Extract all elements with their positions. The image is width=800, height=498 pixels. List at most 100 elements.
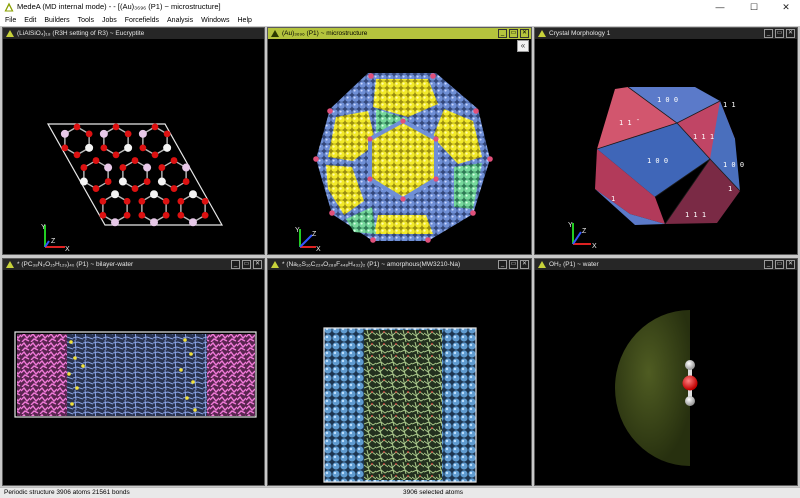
gold-nanoparticle: Y X Z <box>295 73 493 253</box>
menu-edit[interactable]: Edit <box>24 17 36 24</box>
face-label: 1 <box>728 185 732 193</box>
crystal-morphology-shape: 1 0 0 1 1 1 1 ̄ 1 0 0 1 1 1 1 0 0 1 1 1 … <box>568 86 744 250</box>
maximize-button[interactable]: ☐ <box>738 0 770 14</box>
structure-icon <box>271 261 279 268</box>
bilayer-structure <box>14 331 257 418</box>
window-title: MedeA (MD internal mode) - - [(Au)₃₆₉₆ (… <box>17 2 221 11</box>
panel-maximize-button[interactable]: ▭ <box>775 260 784 269</box>
panel-close-button[interactable]: ✕ <box>520 29 529 38</box>
face-label: 1 1 <box>723 101 736 109</box>
menu-forcefields[interactable]: Forcefields <box>125 17 159 24</box>
3d-viewport[interactable]: Y X Z <box>3 39 264 254</box>
panel-maximize-button[interactable]: ▭ <box>509 29 518 38</box>
axis-triad: Y X Z <box>41 224 70 253</box>
cation-atom <box>124 143 133 152</box>
panel-maximize-button[interactable]: ▭ <box>242 260 251 269</box>
panel-close-button[interactable]: ✕ <box>786 260 795 269</box>
window-buttons: _ ▭ ✕ <box>496 29 529 38</box>
oxygen-atom <box>73 151 81 159</box>
title-bar: MedeA (MD internal mode) - - [(Au)₃₆₉₆ (… <box>0 0 800 14</box>
panel-minimize-button[interactable]: _ <box>498 29 507 38</box>
face-label: 1 1 1 <box>685 211 706 219</box>
menu-help[interactable]: Help <box>238 17 252 24</box>
structure-window-bilayer-water[interactable]: * (PC₃₈N₂O₁₅H₁₂₉)₄₀ (P1) ~ bilayer-water… <box>2 258 265 486</box>
menu-jobs[interactable]: Jobs <box>102 17 117 24</box>
structure-icon <box>6 261 14 268</box>
window-header[interactable]: (Au)₃₆₉₆ (P1) ~ microstructure _ ▭ ✕ <box>268 28 531 39</box>
menu-builders[interactable]: Builders <box>44 17 69 24</box>
oxygen-atom <box>151 123 159 131</box>
axis-label-z: Z <box>51 238 56 245</box>
mdi-workspace: (LiAlSiO₄)₁₈ (R3H setting of R3) ~ Eucry… <box>0 26 800 487</box>
3d-viewport[interactable] <box>268 270 531 485</box>
structure-window-amorphous[interactable]: * (Na₁₆S₁₆C₂₂₄O₂₈₈F₄₄₈H₄₃₂)₂ (P1) ~ amor… <box>267 258 532 486</box>
axis-label-y: Y <box>568 222 573 229</box>
panel-close-button[interactable]: ✕ <box>786 29 795 38</box>
water-molecule <box>615 310 698 466</box>
window-buttons: _ ▭ ✕ <box>496 260 529 269</box>
3d-viewport[interactable] <box>535 270 797 485</box>
oxygen-atom <box>123 211 131 219</box>
amorphous-structure <box>323 327 477 483</box>
window-header[interactable]: * (Na₁₆S₁₆C₂₂₄O₂₈₈F₄₄₈H₄₃₂)₂ (P1) ~ amor… <box>268 259 531 270</box>
window-header[interactable]: * (PC₃₈N₂O₁₅H₁₂₉)₄₀ (P1) ~ bilayer-water… <box>3 259 264 270</box>
3d-viewport[interactable] <box>3 270 264 485</box>
cation-atom <box>111 218 119 227</box>
oxygen-atom <box>163 130 171 138</box>
selection-count: 3906 selected atoms <box>403 489 463 496</box>
panel-minimize-button[interactable]: _ <box>764 260 773 269</box>
axis-label-x: X <box>65 246 70 253</box>
crystal-morphology-window[interactable]: Crystal Morphology 1 _ ▭ ✕ 1 0 0 1 1 1 1… <box>534 27 798 255</box>
face-label: 1 <box>611 195 615 203</box>
window-title: (LiAlSiO₄)₁₈ (R3H setting of R3) ~ Eucry… <box>17 30 145 37</box>
panel-minimize-button[interactable]: _ <box>764 29 773 38</box>
panel-minimize-button[interactable]: _ <box>231 260 240 269</box>
face-label: 1 0 0 <box>657 96 678 104</box>
menu-tools[interactable]: Tools <box>78 17 94 24</box>
3d-viewport[interactable]: Y X Z <box>268 39 531 254</box>
cation-atom <box>79 177 88 186</box>
oxygen-atom <box>73 123 81 131</box>
window-header[interactable]: (LiAlSiO₄)₁₈ (R3H setting of R3) ~ Eucry… <box>3 28 264 39</box>
oxygen-atom <box>92 185 100 192</box>
axis-label-y: Y <box>295 227 300 234</box>
oxygen-atom <box>162 197 170 205</box>
structure-icon <box>538 261 546 268</box>
oxygen-atom <box>61 144 69 152</box>
structure-window-gold-microstructure[interactable]: (Au)₃₆₉₆ (P1) ~ microstructure _ ▭ ✕ « Y… <box>267 27 532 255</box>
axis-label-z: Z <box>312 231 317 238</box>
medea-app: MedeA (MD internal mode) - - [(Au)₃₆₉₆ (… <box>0 0 800 498</box>
panel-close-button[interactable]: ✕ <box>253 260 262 269</box>
panel-maximize-button[interactable]: ▭ <box>775 29 784 38</box>
cation-atom <box>143 163 152 172</box>
window-title: * (Na₁₆S₁₆C₂₂₄O₂₈₈F₄₄₈H₄₃₂)₂ (P1) ~ amor… <box>282 261 461 268</box>
oxygen-atom <box>143 178 151 185</box>
structure-window-eucryptite[interactable]: (LiAlSiO₄)₁₈ (R3H setting of R3) ~ Eucry… <box>2 27 265 255</box>
window-header[interactable]: OH₂ (P1) ~ water _ ▭ ✕ <box>535 259 797 270</box>
oxygen-atom <box>138 211 146 219</box>
structure-window-water[interactable]: OH₂ (P1) ~ water _ ▭ ✕ <box>534 258 798 486</box>
oxygen-atom <box>182 178 190 185</box>
panel-close-button[interactable]: ✕ <box>520 260 529 269</box>
oxygen-atom <box>99 197 107 205</box>
minimize-button[interactable]: — <box>704 0 736 14</box>
close-button[interactable]: ✕ <box>770 0 800 14</box>
menu-file[interactable]: File <box>5 17 16 24</box>
axis-label-y: Y <box>41 224 46 231</box>
cation-atom <box>182 163 191 172</box>
axis-label-z: Z <box>582 228 587 235</box>
cation-atom <box>189 190 197 199</box>
axis-label-x: X <box>316 246 321 253</box>
oxygen-atom <box>131 157 139 164</box>
oxygen-atom <box>138 197 146 205</box>
oxygen-atom <box>177 211 185 219</box>
menu-windows[interactable]: Windows <box>201 17 229 24</box>
cation-atom <box>163 143 172 152</box>
panel-maximize-button[interactable]: ▭ <box>509 260 518 269</box>
morphology-icon <box>538 30 546 37</box>
window-header[interactable]: Crystal Morphology 1 _ ▭ ✕ <box>535 28 797 39</box>
3d-viewport[interactable]: 1 0 0 1 1 1 1 ̄ 1 0 0 1 1 1 1 0 0 1 1 1 … <box>535 39 797 254</box>
panel-minimize-button[interactable]: _ <box>498 260 507 269</box>
menu-analysis[interactable]: Analysis <box>167 17 193 24</box>
oxygen-atom <box>158 164 166 171</box>
